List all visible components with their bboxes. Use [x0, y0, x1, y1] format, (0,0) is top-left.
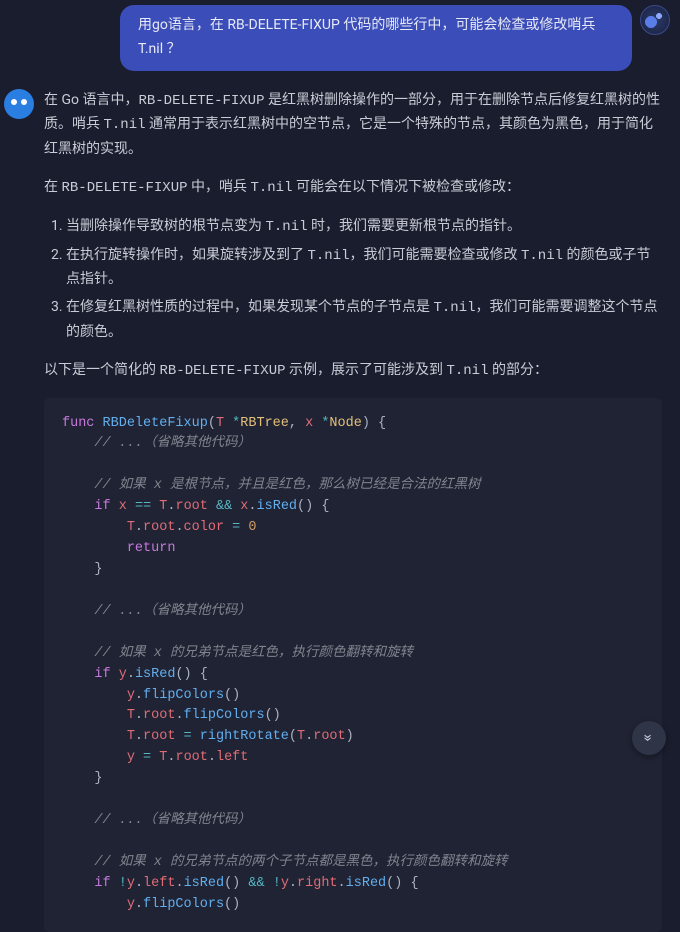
code-id: T [297, 729, 305, 744]
assistant-paragraph-2: 在 RB-DELETE-FIXUP 中，哨兵 T.nil 可能会在以下情况下被检… [44, 176, 662, 201]
code-id: T [127, 729, 135, 744]
inline-code: T.nil [103, 117, 145, 133]
assistant-paragraph-3: 以下是一个简化的 RB-DELETE-FIXUP 示例，展示了可能涉及到 T.n… [44, 359, 662, 384]
code-id: root [143, 708, 175, 723]
code-comment: // 如果 x 的兄弟节点的两个子节点都是黑色，执行颜色翻转和旋转 [94, 855, 507, 870]
user-message-text: 用go语言，在 RB-DELETE-FIXUP 代码的哪些行中，可能会检查或修改… [138, 17, 595, 57]
assistant-message-row: 在 Go 语言中，RB-DELETE-FIXUP 是红黑树删除操作的一部分，用于… [0, 71, 680, 932]
code-function: RBDeleteFixup [103, 416, 208, 431]
code-id: left [216, 750, 248, 765]
code-op: ! [273, 876, 281, 891]
code-op: = [143, 750, 151, 765]
assistant-paragraph-1: 在 Go 语言中，RB-DELETE-FIXUP 是红黑树删除操作的一部分，用于… [44, 89, 662, 162]
code-id: y [119, 667, 127, 682]
user-message-bubble: 用go语言，在 RB-DELETE-FIXUP 代码的哪些行中，可能会检查或修改… [120, 5, 632, 71]
text: 当删除操作导致树的根节点变为 [66, 218, 265, 234]
code-op: == [135, 499, 151, 514]
code-op: = [184, 729, 192, 744]
code-function: isRed [346, 876, 387, 891]
text: 时，我们需要更新根节点的指针。 [308, 218, 521, 234]
code-comment: // 如果 x 的兄弟节点是红色，执行颜色翻转和旋转 [94, 646, 413, 661]
code-id: T [216, 416, 224, 431]
text: 可能会在以下情况下被检查或修改： [292, 179, 519, 195]
code-type: Node [329, 416, 361, 431]
text: 以下是一个简化的 [44, 362, 159, 378]
code-number: 0 [248, 520, 256, 535]
code-function: flipColors [184, 708, 265, 723]
list-item: 当删除操作导致树的根节点变为 T.nil 时，我们需要更新根节点的指针。 [66, 215, 662, 240]
list-item: 在执行旋转操作时，如果旋转涉及到了 T.nil，我们可能需要检查或修改 T.ni… [66, 244, 662, 293]
scroll-to-bottom-button[interactable]: » [632, 721, 666, 755]
code-id: y [127, 688, 135, 703]
code-id: root [143, 729, 175, 744]
assistant-ordered-list: 当删除操作导致树的根节点变为 T.nil 时，我们需要更新根节点的指针。 在执行… [44, 215, 662, 345]
code-id: y [281, 876, 289, 891]
assistant-avatar [4, 89, 34, 119]
inline-code: RB-DELETE-FIXUP [61, 180, 187, 196]
code-block[interactable]: func RBDeleteFixup(T *RBTree, x *Node) {… [44, 398, 662, 932]
text: 的部分： [488, 362, 547, 378]
code-id: right [297, 876, 338, 891]
code-comment: // ...（省略其他代码） [94, 436, 251, 451]
text: 在执行旋转操作时，如果旋转涉及到了 [66, 247, 307, 263]
code-id: left [143, 876, 175, 891]
code-id: y [127, 750, 135, 765]
inline-code: T.nil [433, 300, 475, 316]
code-keyword: func [62, 416, 94, 431]
text: 中，哨兵 [188, 179, 251, 195]
code-id: root [175, 499, 207, 514]
list-item: 在修复红黑树性质的过程中，如果发现某个节点的子节点是 T.nil，我们可能需要调… [66, 296, 662, 345]
code-keyword: if [94, 876, 110, 891]
text: 在 [44, 179, 61, 195]
assistant-message-body: 在 Go 语言中，RB-DELETE-FIXUP 是红黑树删除操作的一部分，用于… [44, 89, 670, 932]
chevron-double-down-icon: » [635, 734, 662, 742]
code-id: y [127, 897, 135, 912]
code-id: y [127, 876, 135, 891]
code-id: root [313, 729, 345, 744]
code-id: root [143, 520, 175, 535]
code-function: isRed [257, 499, 298, 514]
code-keyword: if [94, 499, 110, 514]
text: 在修复红黑树性质的过程中，如果发现某个节点的子节点是 [66, 299, 433, 315]
text: 在 Go 语言中， [44, 92, 138, 108]
text: ，我们可能需要检查或修改 [350, 247, 521, 263]
code-keyword: if [94, 667, 110, 682]
code-comment: // ...（省略其他代码） [94, 813, 251, 828]
code-id: color [184, 520, 225, 535]
code-id: T [127, 708, 135, 723]
code-id: T [127, 520, 135, 535]
user-avatar [640, 5, 670, 35]
code-comment: // ...（省略其他代码） [94, 604, 251, 619]
code-type: RBTree [240, 416, 289, 431]
inline-code: T.nil [307, 248, 349, 264]
code-op: && [216, 499, 232, 514]
code-function: isRed [135, 667, 176, 682]
code-op: && [248, 876, 264, 891]
user-message-row: 用go语言，在 RB-DELETE-FIXUP 代码的哪些行中，可能会检查或修改… [120, 0, 680, 71]
code-keyword: return [127, 541, 176, 556]
code-function: isRed [184, 876, 225, 891]
inline-code: T.nil [446, 363, 488, 379]
inline-code: RB-DELETE-FIXUP [138, 93, 264, 109]
inline-code: T.nil [250, 180, 292, 196]
inline-code: RB-DELETE-FIXUP [159, 363, 285, 379]
code-function: flipColors [143, 897, 224, 912]
code-op: ! [119, 876, 127, 891]
text: 示例，展示了可能涉及到 [286, 362, 447, 378]
code-function: flipColors [143, 688, 224, 703]
inline-code: T.nil [521, 248, 563, 264]
code-op: = [232, 520, 240, 535]
code-function: rightRotate [200, 729, 289, 744]
code-id: x [119, 499, 127, 514]
code-comment: // 如果 x 是根节点，并且是红色，那么树已经是合法的红黑树 [94, 478, 480, 493]
code-id: x [305, 416, 313, 431]
code-id: root [175, 750, 207, 765]
inline-code: T.nil [265, 219, 307, 235]
